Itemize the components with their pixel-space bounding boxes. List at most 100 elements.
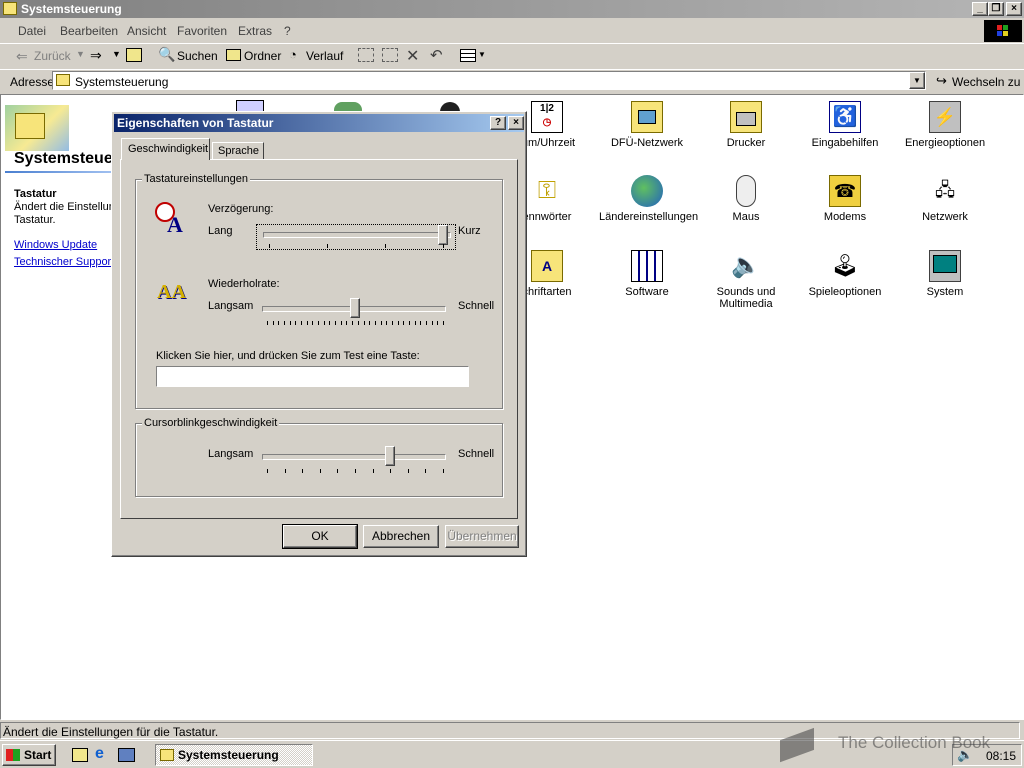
undo-icon[interactable]: ↶ [430, 46, 443, 64]
apply-button[interactable]: Übernehmen [445, 525, 519, 548]
tab-label: Sprache [218, 145, 259, 157]
test-input[interactable] [156, 366, 469, 387]
icon-dfue-netzwerk[interactable]: DFÜ-Netzwerk [599, 101, 695, 149]
repeat-right-label: Schnell [458, 300, 495, 312]
show-desktop-icon[interactable] [72, 748, 88, 762]
dialog-title: Eigenschaften von Tastatur [117, 116, 274, 130]
task-button-systemsteuerung[interactable]: Systemsteuerung [155, 744, 313, 766]
views-dropdown-icon[interactable]: ▼ [478, 50, 486, 59]
repeat-thumb[interactable] [350, 298, 360, 318]
control-panel-icon [15, 113, 45, 139]
address-dropdown-button[interactable]: ▼ [909, 72, 925, 89]
slider-tick [269, 244, 270, 248]
internet-explorer-icon[interactable]: e [95, 745, 104, 763]
accessibility-icon: ♿ [829, 101, 861, 133]
forward-dropdown-icon[interactable]: ▼ [112, 49, 121, 59]
icon-sounds-multimedia[interactable]: 🔈 Sounds und Multimedia [698, 250, 794, 310]
slider-tick [386, 321, 388, 325]
delete-icon[interactable]: ✕ [406, 46, 419, 66]
back-button[interactable]: Zurück [34, 49, 71, 63]
slider-tick [327, 244, 328, 248]
minimize-button[interactable]: _ [972, 2, 988, 16]
icon-label: Eingabehilfen [811, 137, 879, 149]
icon-netzwerk[interactable]: 🖧 Netzwerk [897, 175, 993, 223]
close-button[interactable]: × [1006, 2, 1022, 16]
folders-button[interactable]: Ordner [244, 49, 281, 63]
repeat-left-label: Langsam [208, 300, 254, 312]
windows-update-link[interactable]: Windows Update [14, 239, 97, 251]
forward-arrow-icon[interactable]: ⇒ [90, 47, 102, 64]
start-button[interactable]: Start [2, 744, 56, 766]
menu-extras[interactable]: Extras [238, 24, 272, 38]
restore-button[interactable]: ❐ [988, 2, 1004, 16]
calendar-clock-icon: 1|2 ◷ [531, 101, 563, 133]
menu-bar: Datei Bearbeiten Ansicht Favoriten Extra… [0, 18, 1024, 42]
ok-button[interactable]: OK [282, 524, 358, 549]
tab-sprache[interactable]: Sprache [212, 142, 264, 160]
search-icon[interactable]: 🔍 [158, 46, 175, 63]
speaker-icon: 🔈 [731, 252, 761, 279]
tab-page: Tastatureinstellungen A Verzögerung: Lan… [120, 159, 518, 519]
computer-icon [929, 250, 961, 282]
slider-tick [302, 469, 304, 473]
up-folder-icon[interactable] [126, 48, 142, 62]
icon-system[interactable]: System [897, 250, 993, 298]
icon-software[interactable]: Software [599, 250, 695, 298]
folders-icon[interactable] [226, 49, 241, 61]
menu-ansicht[interactable]: Ansicht [127, 24, 166, 38]
back-dropdown-icon[interactable]: ▼ [76, 49, 85, 59]
icon-maus[interactable]: Maus [698, 175, 794, 223]
keys-icon: ⚿ [537, 177, 557, 204]
views-icon[interactable] [460, 49, 476, 62]
tab-geschwindigkeit[interactable]: Geschwindigkeit [121, 138, 210, 160]
menu-bearbeiten[interactable]: Bearbeiten [60, 24, 118, 38]
software-icon [631, 250, 663, 282]
address-input[interactable]: Systemsteuerung ▼ [52, 71, 926, 90]
windows-logo [984, 20, 1022, 42]
cancel-button[interactable]: Abbrechen [363, 525, 439, 548]
icon-label: DFÜ-Netzwerk [610, 137, 684, 149]
slider-tick [278, 321, 280, 325]
dialog-close-button[interactable]: × [508, 116, 524, 130]
menu-favoriten[interactable]: Favoriten [177, 24, 227, 38]
icon-energieoptionen[interactable]: ⚡ Energieoptionen [897, 101, 993, 149]
go-button[interactable]: Wechseln zu [952, 75, 1020, 89]
delay-icon: A [155, 202, 189, 237]
menu-help[interactable]: ? [284, 24, 291, 38]
icon-laendereinstellungen[interactable]: Ländereinstellungen [599, 175, 698, 223]
dialog-help-button[interactable]: ? [490, 116, 506, 130]
go-arrow-icon[interactable]: ↪ [936, 73, 947, 89]
blink-slider[interactable] [262, 446, 450, 476]
delay-thumb[interactable] [438, 225, 448, 245]
copy-to-icon[interactable] [382, 48, 398, 62]
icon-label: tum/Uhrzeit [518, 137, 576, 149]
address-label: Adresse [10, 75, 55, 89]
slider-tick [403, 321, 405, 325]
menu-datei[interactable]: Datei [18, 24, 46, 38]
icon-label: Netzwerk [922, 211, 968, 223]
history-button[interactable]: Verlauf [306, 49, 343, 63]
blink-thumb[interactable] [385, 446, 396, 466]
cursor-blink-label: Cursorblinkgeschwindigkeit [142, 417, 280, 429]
outlook-express-icon[interactable] [118, 748, 135, 762]
icon-modems[interactable]: ☎ Modems [797, 175, 893, 223]
delay-slider[interactable] [256, 224, 456, 250]
icon-spieleoptionen[interactable]: 🕹 Spieleoptionen [797, 250, 893, 298]
icon-eingabehilfen[interactable]: ♿ Eingabehilfen [797, 101, 893, 149]
slider-tick [443, 321, 444, 325]
address-bar: Adresse Systemsteuerung ▼ ↪ Wechseln zu [0, 69, 1024, 93]
watermark-book-icon [778, 724, 818, 763]
repeat-label: Wiederholrate: [208, 278, 280, 290]
delay-track [263, 232, 451, 238]
icon-drucker[interactable]: Drucker [698, 101, 794, 149]
history-icon[interactable]: ◔ [289, 47, 297, 62]
search-button[interactable]: Suchen [177, 49, 218, 63]
toolbar: ⇐ Zurück ▼ ⇒ ▼ 🔍 Suchen Ordner ◔ Verlauf… [0, 43, 1024, 70]
slider-tick [284, 469, 286, 473]
technical-support-link[interactable]: Technischer Support [14, 256, 114, 268]
repeat-slider[interactable] [262, 298, 450, 328]
back-arrow-icon[interactable]: ⇐ [16, 48, 28, 65]
fonts-folder-icon: A [531, 250, 563, 282]
keyboard-properties-dialog: Eigenschaften von Tastatur ? × Geschwind… [111, 111, 527, 557]
move-to-icon[interactable] [358, 48, 374, 62]
